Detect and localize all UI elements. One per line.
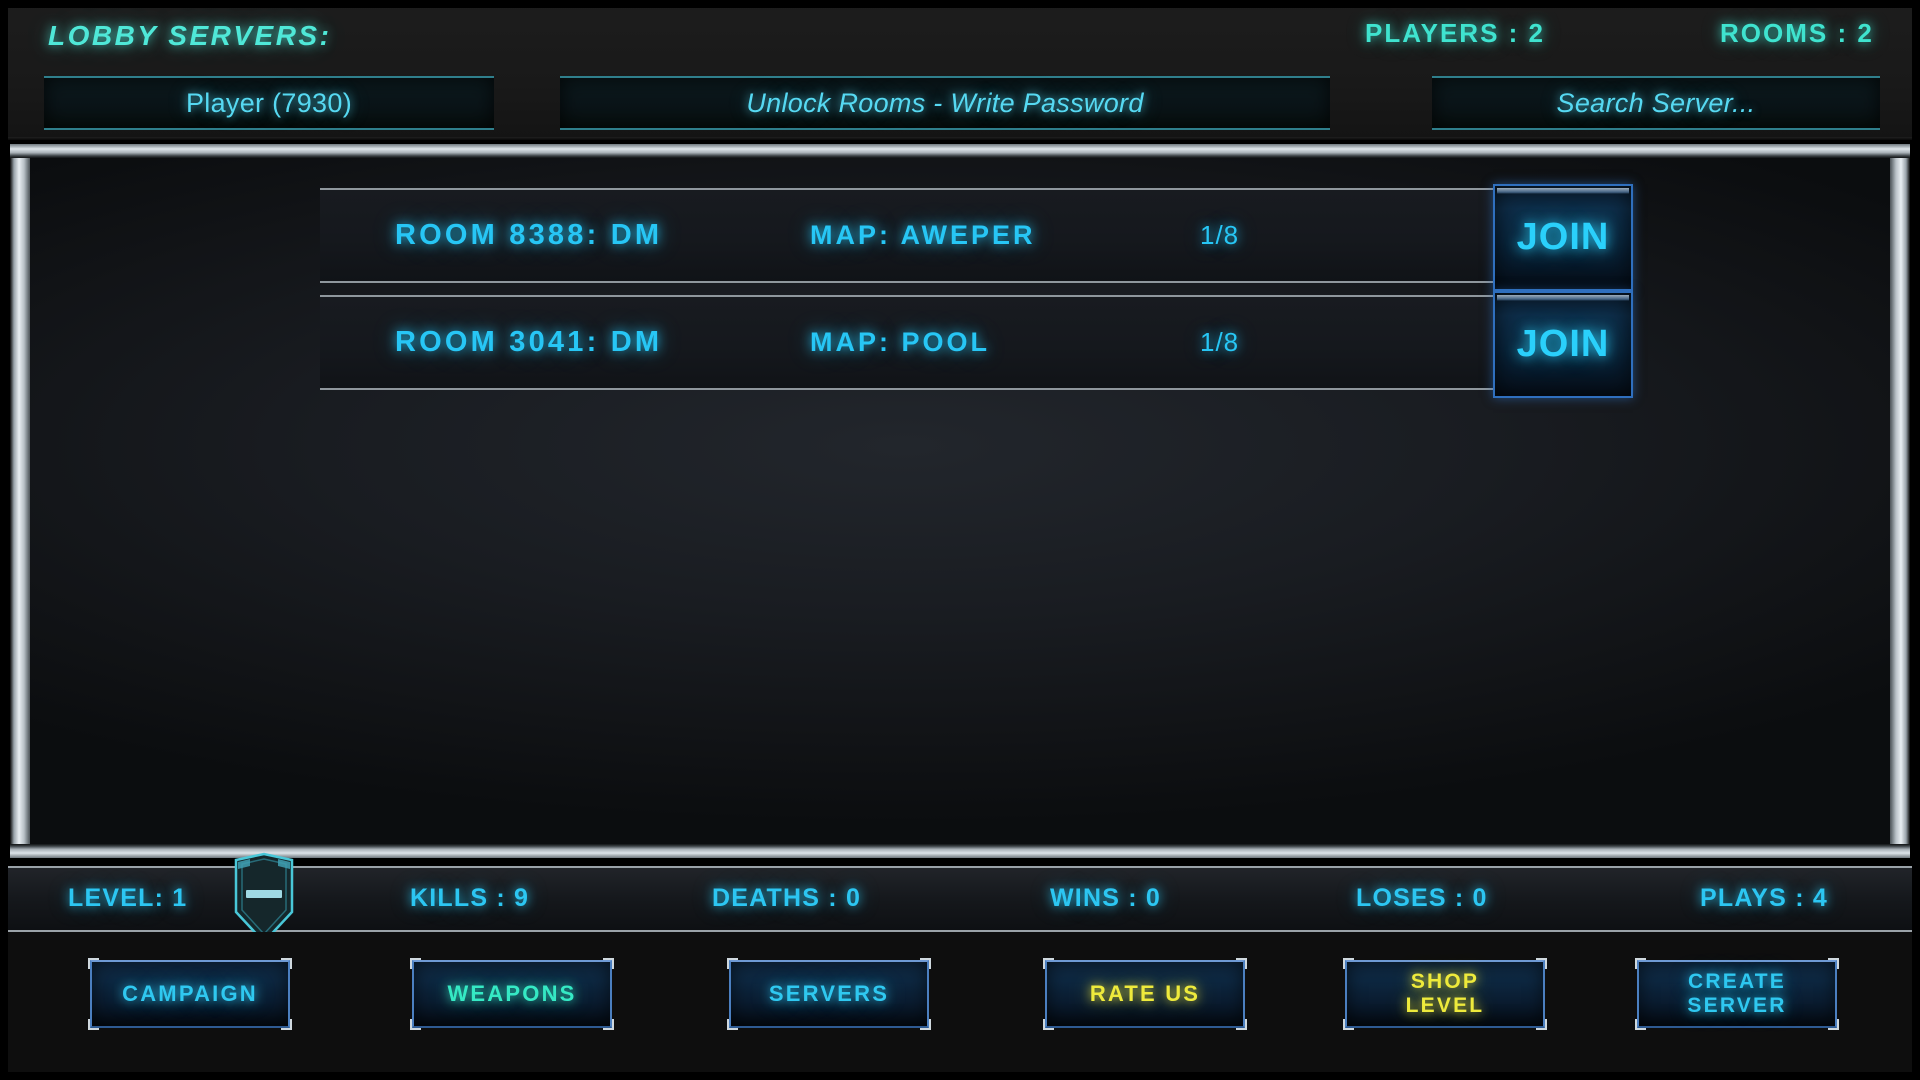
room-name: ROOM 3041: DM xyxy=(395,326,663,358)
stat-loses: LOSES : 0 xyxy=(1356,884,1488,912)
shop-level-button[interactable]: SHOP LEVEL xyxy=(1343,958,1547,1030)
create-server-button-label-line1: CREATE xyxy=(1688,970,1786,994)
player-name-value: Player (7930) xyxy=(186,87,352,118)
corner-marker xyxy=(603,1019,614,1030)
corner-marker xyxy=(920,958,931,969)
corner-marker xyxy=(1828,1019,1839,1030)
player-name-input[interactable]: Player (7930) xyxy=(44,76,494,130)
players-count-label: PLAYERS : 2 xyxy=(1365,18,1545,48)
server-list-panel-frame: ROOM 8388: DM MAP: AWEPER 1/8 JOIN ROOM … xyxy=(10,144,1910,858)
corner-marker xyxy=(88,958,99,969)
campaign-button[interactable]: CAMPAIGN xyxy=(88,958,292,1030)
corner-marker xyxy=(1236,958,1247,969)
corner-marker xyxy=(920,1019,931,1030)
corner-marker xyxy=(410,1019,421,1030)
corner-marker xyxy=(727,1019,738,1030)
shop-level-button-label-line2: LEVEL xyxy=(1405,994,1485,1017)
corner-marker xyxy=(1536,958,1547,969)
corner-marker xyxy=(1043,958,1054,969)
room-slots: 1/8 xyxy=(1200,220,1240,250)
search-server-input[interactable]: Search Server... xyxy=(1432,76,1880,130)
page-title: LOBBY SERVERS: xyxy=(48,20,332,51)
corner-marker xyxy=(88,1019,99,1030)
room-list: ROOM 8388: DM MAP: AWEPER 1/8 JOIN ROOM … xyxy=(320,184,1633,402)
corner-marker xyxy=(1343,958,1354,969)
lobby-header: LOBBY SERVERS: PLAYERS : 2 ROOMS : 2 Pla… xyxy=(0,0,1920,140)
join-button[interactable]: JOIN xyxy=(1493,291,1633,398)
servers-button-label: SERVERS xyxy=(768,980,890,1006)
main-nav-bar: CAMPAIGN WEAPONS SERVERS RATE US SHOP LE… xyxy=(0,932,1920,1080)
corner-marker xyxy=(281,958,292,969)
corner-marker xyxy=(1236,1019,1247,1030)
table-row[interactable]: ROOM 8388: DM MAP: AWEPER 1/8 JOIN xyxy=(320,184,1633,291)
create-server-button[interactable]: CREATE SERVER xyxy=(1635,958,1839,1030)
corner-marker xyxy=(1635,958,1646,969)
room-map: MAP: POOL xyxy=(810,327,990,357)
rate-us-button[interactable]: RATE US xyxy=(1043,958,1247,1030)
corner-marker xyxy=(727,958,738,969)
table-row[interactable]: ROOM 3041: DM MAP: POOL 1/8 JOIN xyxy=(320,291,1633,398)
corner-marker xyxy=(281,1019,292,1030)
weapons-button[interactable]: WEAPONS xyxy=(410,958,614,1030)
join-button[interactable]: JOIN xyxy=(1493,184,1633,291)
room-map: MAP: AWEPER xyxy=(810,220,1036,250)
player-stats-bar: LEVEL: 1 KILLS : 9 DEATHS : 0 WINS : 0 L… xyxy=(0,852,1920,944)
stat-level: LEVEL: 1 xyxy=(68,884,188,912)
corner-marker xyxy=(1536,1019,1547,1030)
stat-deaths: DEATHS : 0 xyxy=(712,884,862,912)
corner-marker xyxy=(1043,1019,1054,1030)
servers-button[interactable]: SERVERS xyxy=(727,958,931,1030)
create-server-button-label-line2: SERVER xyxy=(1687,994,1787,1017)
stat-kills: KILLS : 9 xyxy=(410,884,530,912)
room-slots: 1/8 xyxy=(1200,327,1240,357)
stat-plays: PLAYS : 4 xyxy=(1700,884,1828,912)
join-button-label: JOIN xyxy=(1516,323,1610,365)
password-placeholder: Unlock Rooms - Write Password xyxy=(746,87,1144,118)
corner-marker xyxy=(410,958,421,969)
corner-marker xyxy=(603,958,614,969)
password-input[interactable]: Unlock Rooms - Write Password xyxy=(560,76,1330,130)
corner-marker xyxy=(1343,1019,1354,1030)
stat-wins: WINS : 0 xyxy=(1050,884,1161,912)
weapons-button-label: WEAPONS xyxy=(447,980,577,1006)
join-button-label: JOIN xyxy=(1516,216,1610,258)
room-name: ROOM 8388: DM xyxy=(395,219,663,251)
rooms-count-label: ROOMS : 2 xyxy=(1720,18,1874,48)
corner-marker xyxy=(1828,958,1839,969)
corner-marker xyxy=(1635,1019,1646,1030)
game-lobby-screen: LOBBY SERVERS: PLAYERS : 2 ROOMS : 2 Pla… xyxy=(0,0,1920,1080)
rate-us-button-label: RATE US xyxy=(1089,980,1201,1006)
campaign-button-label: CAMPAIGN xyxy=(122,980,258,1006)
search-placeholder: Search Server... xyxy=(1556,87,1756,118)
server-list-panel: ROOM 8388: DM MAP: AWEPER 1/8 JOIN ROOM … xyxy=(30,158,1890,844)
shop-level-button-label-line1: SHOP xyxy=(1410,970,1480,994)
